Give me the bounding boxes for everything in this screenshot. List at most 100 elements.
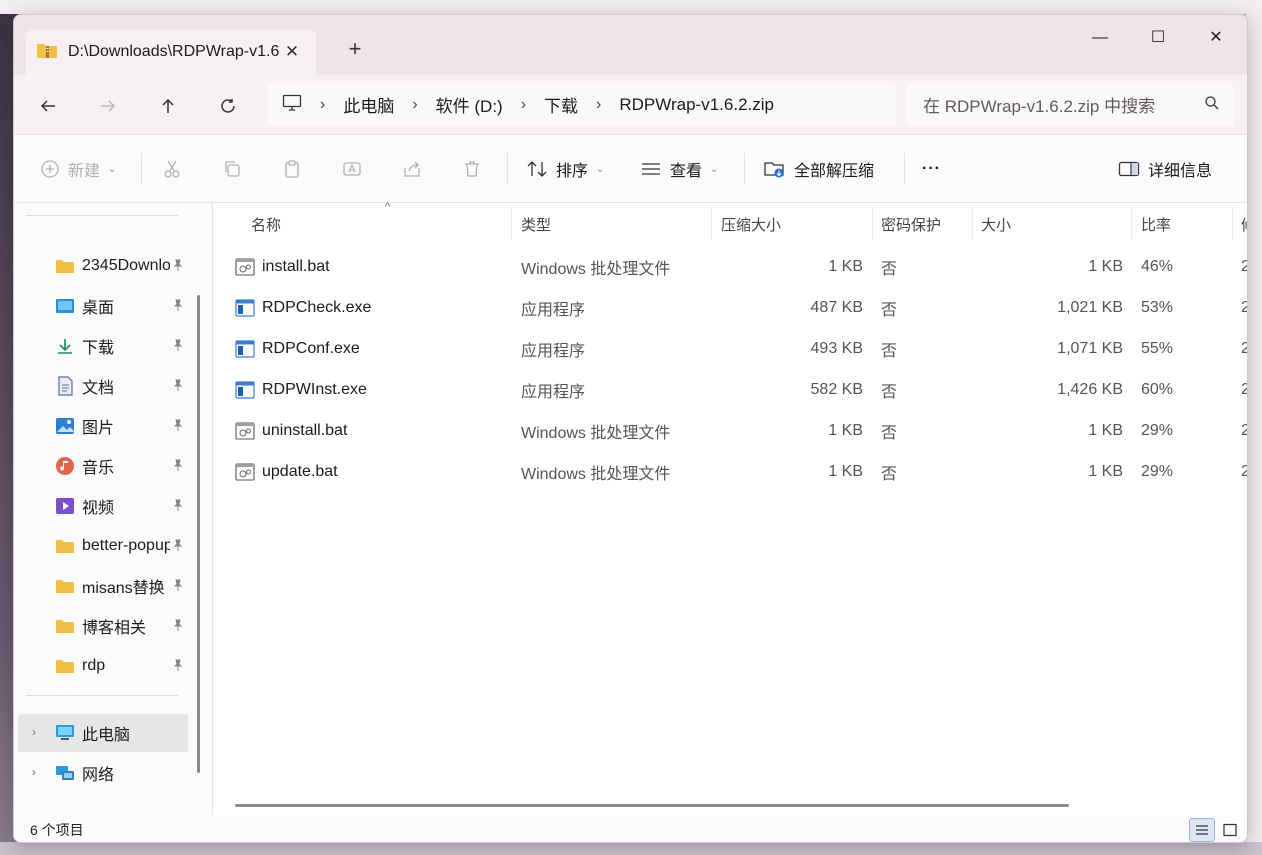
pin-icon[interactable] [170, 339, 186, 354]
pin-icon[interactable] [170, 459, 186, 474]
file-size: 1 KB [1088, 421, 1123, 439]
pin-icon[interactable] [170, 539, 186, 554]
paste-button[interactable] [282, 135, 302, 203]
table-row[interactable]: install.bat Windows 批处理文件 1 KB 否 1 KB 46… [213, 246, 1247, 287]
table-row[interactable]: update.bat Windows 批处理文件 1 KB 否 1 KB 29%… [213, 451, 1247, 492]
minimize-button[interactable]: — [1071, 21, 1129, 55]
tab-close-button[interactable]: ✕ [280, 42, 304, 62]
sidebar-item-quick-access[interactable]: 桌面 [18, 287, 188, 325]
toolbar-divider [141, 153, 142, 185]
toolbar-divider [744, 153, 745, 185]
column-header-ratio[interactable]: 比率 [1141, 209, 1171, 239]
new-tab-button[interactable]: + [340, 35, 370, 65]
column-header-compressed-size[interactable]: 压缩大小 [721, 209, 781, 239]
sidebar-item-quick-access[interactable]: 音乐 [18, 447, 188, 485]
column-separator[interactable] [511, 209, 512, 239]
pin-icon[interactable] [170, 419, 186, 434]
pin-icon[interactable] [170, 259, 186, 274]
details-pane-icon [1118, 161, 1140, 177]
column-header-modified[interactable]: 修 [1241, 209, 1247, 239]
trash-icon [465, 161, 479, 177]
breadcrumb-downloads[interactable]: 下载 [544, 92, 578, 117]
new-button[interactable]: 新建 ⌄ [40, 135, 116, 203]
desktop-background-top [0, 0, 1262, 14]
column-header-name[interactable]: 名称 [251, 209, 281, 239]
search-box[interactable]: 在 RDPWrap-v1.6.2.zip 中搜索 [907, 83, 1234, 126]
copy-button[interactable] [222, 135, 242, 203]
column-header-type[interactable]: 类型 [521, 209, 551, 239]
pin-icon[interactable] [170, 299, 186, 314]
details-pane-button[interactable]: 详细信息 [1118, 135, 1212, 203]
sidebar-item-quick-access[interactable]: 视频 [18, 487, 188, 525]
forward-button[interactable] [90, 89, 126, 123]
column-separator[interactable] [1232, 209, 1233, 239]
file-type: 应用程序 [521, 342, 586, 360]
table-row[interactable]: uninstall.bat Windows 批处理文件 1 KB 否 1 KB … [213, 410, 1247, 451]
tiles-view-icon [1223, 823, 1237, 837]
delete-button[interactable] [462, 135, 482, 203]
sidebar-item-quick-access[interactable]: 图片 [18, 407, 188, 445]
up-button[interactable] [150, 89, 186, 123]
address-bar[interactable]: › 此电脑 › 软件 (D:) › 下载 › RDPWrap-v1.6.2.zi… [268, 83, 896, 126]
title-bar: D:\Downloads\RDPWrap-v1.6.2.zip ✕ + — ☐ … [14, 15, 1247, 75]
column-separator[interactable] [1131, 209, 1132, 239]
back-button[interactable] [30, 89, 66, 123]
file-type: Windows 批处理文件 [521, 465, 671, 483]
sidebar-item-quick-access[interactable]: 下载 [18, 327, 188, 365]
sidebar-scrollbar[interactable] [197, 295, 200, 773]
view-button[interactable]: 查看 ⌄ [640, 135, 718, 203]
window-controls: — ☐ ✕ [1071, 21, 1245, 55]
maximize-button[interactable]: ☐ [1129, 21, 1187, 55]
breadcrumb-this-pc[interactable]: 此电脑 [343, 92, 394, 117]
pin-icon[interactable] [170, 619, 186, 634]
more-options-button[interactable]: ··· [922, 135, 941, 203]
tab-title: D:\Downloads\RDPWrap-v1.6.2.zip [68, 43, 280, 60]
sort-button[interactable]: 排序 ⌄ [526, 135, 604, 203]
close-button[interactable]: ✕ [1187, 21, 1245, 55]
sidebar-item-quick-access[interactable]: 博客相关 [18, 607, 188, 645]
breadcrumb-zip[interactable]: RDPWrap-v1.6.2.zip [619, 95, 774, 115]
column-header-size[interactable]: 大小 [981, 209, 1011, 239]
refresh-button[interactable] [210, 89, 246, 123]
tiles-view-button[interactable] [1217, 818, 1243, 842]
pin-icon[interactable] [170, 579, 186, 594]
sidebar-item-network[interactable]: › 网络 [18, 754, 188, 792]
pin-icon[interactable] [170, 659, 186, 674]
share-button[interactable] [402, 135, 422, 203]
horizontal-scrollbar[interactable] [235, 804, 1069, 807]
chevron-down-icon: ⌄ [108, 163, 117, 175]
search-input[interactable]: 在 RDPWrap-v1.6.2.zip 中搜索 [923, 92, 1204, 117]
sidebar-item-quick-access[interactable]: 文档 [18, 367, 188, 405]
rename-button[interactable] [342, 135, 362, 203]
sort-ascending-icon: ^ [385, 201, 391, 213]
breadcrumb-drive-d[interactable]: 软件 (D:) [436, 92, 503, 117]
folder-icon [54, 575, 76, 597]
table-row[interactable]: RDPConf.exe 应用程序 493 KB 否 1,071 KB 55% 2 [213, 328, 1247, 369]
view-list-icon [642, 163, 660, 175]
extract-folder-icon [764, 162, 784, 178]
column-header-password[interactable]: 密码保护 [881, 209, 941, 239]
sidebar-item-this-pc[interactable]: › 此电脑 [18, 714, 188, 752]
sidebar-item-quick-access[interactable]: misans替换 [18, 567, 188, 605]
column-separator[interactable] [711, 209, 712, 239]
chevron-right-icon[interactable]: › [32, 725, 36, 739]
refresh-icon [221, 99, 235, 113]
tab-current[interactable]: D:\Downloads\RDPWrap-v1.6.2.zip ✕ [26, 29, 316, 75]
search-icon[interactable] [1204, 95, 1220, 115]
pin-icon[interactable] [170, 499, 186, 514]
extract-all-button[interactable]: 全部解压缩 [764, 135, 874, 203]
breadcrumb-separator: › [596, 95, 602, 113]
sidebar-item-quick-access[interactable]: better-popup [18, 527, 188, 565]
details-view-button[interactable] [1189, 818, 1215, 842]
sidebar-item-quick-access[interactable]: rdp [18, 647, 188, 685]
column-separator[interactable] [972, 209, 973, 239]
sidebar-item-quick-access[interactable]: 2345Downloads [18, 247, 188, 285]
table-row[interactable]: RDPWInst.exe 应用程序 582 KB 否 1,426 KB 60% … [213, 369, 1247, 410]
table-row[interactable]: RDPCheck.exe 应用程序 487 KB 否 1,021 KB 53% … [213, 287, 1247, 328]
pin-icon[interactable] [170, 379, 186, 394]
chevron-right-icon[interactable]: › [32, 765, 36, 779]
cut-button[interactable] [162, 135, 182, 203]
file-size: 1,021 KB [1057, 298, 1123, 316]
column-separator[interactable] [872, 209, 873, 239]
sidebar-item-label: 博客相关 [82, 620, 147, 637]
